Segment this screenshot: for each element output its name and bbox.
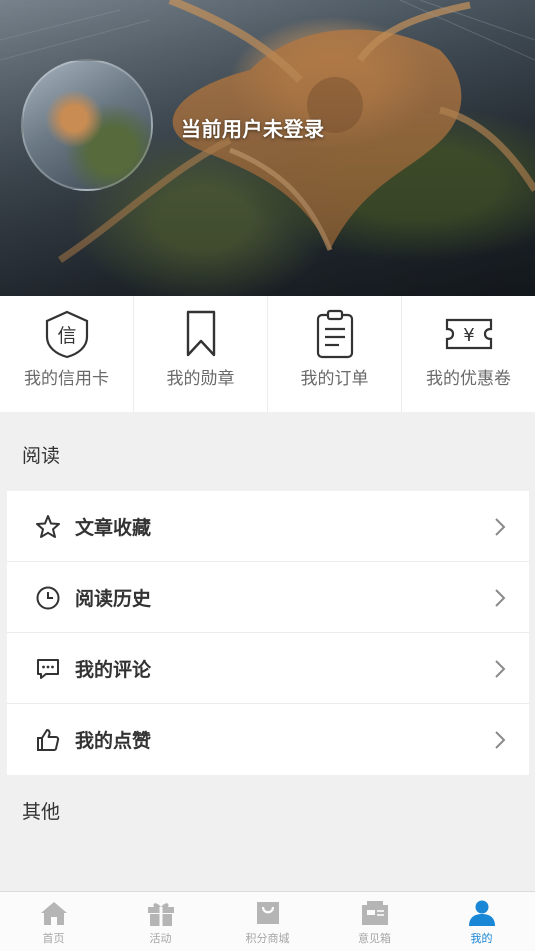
home-icon — [40, 902, 67, 925]
quick-action-credit-card[interactable]: 信 我的信用卡 — [0, 296, 134, 412]
quick-action-label: 我的优惠卷 — [426, 369, 511, 389]
quick-action-medals[interactable]: 我的勋章 — [134, 296, 268, 412]
chevron-right-icon — [495, 589, 506, 607]
bottom-tab-bar: 首页 活动 积分商城 意见箱 我的 — [0, 891, 535, 951]
tab-suggestion-box[interactable]: 意见箱 — [321, 892, 428, 951]
quick-action-label: 我的信用卡 — [24, 369, 109, 389]
section-title-reading: 阅读 — [22, 445, 61, 467]
quick-action-coupons[interactable]: ¥ 我的优惠卷 — [402, 296, 535, 412]
list-item-label: 我的评论 — [75, 659, 152, 681]
list-item-favorites[interactable]: 文章收藏 — [7, 491, 529, 562]
list-item-comments[interactable]: 我的评论 — [7, 633, 529, 704]
profile-header: 当前用户未登录 — [0, 0, 535, 296]
list-item-label: 阅读历史 — [75, 588, 152, 610]
gift-icon — [147, 903, 174, 926]
tab-label: 意见箱 — [358, 932, 391, 945]
quick-actions: 信 我的信用卡 我的勋章 我的订单 ¥ 我的优惠卷 — [0, 296, 535, 412]
list-item-label: 文章收藏 — [75, 517, 152, 539]
coupon-glyph: ¥ — [463, 325, 474, 346]
tab-label: 我的 — [470, 932, 493, 945]
clipboard-order-icon — [316, 309, 353, 359]
clock-icon — [36, 586, 60, 610]
credit-card-shield-icon: 信 — [45, 310, 88, 359]
list-item-history[interactable]: 阅读历史 — [7, 562, 529, 633]
person-icon — [468, 900, 495, 926]
section-title-other: 其他 — [22, 801, 61, 823]
tab-label: 积分商城 — [245, 932, 290, 945]
shopping-bag-icon — [256, 902, 279, 924]
quick-action-label: 我的勋章 — [166, 369, 235, 389]
mailbox-icon — [361, 901, 388, 925]
avatar[interactable] — [21, 59, 153, 191]
tab-points-mall[interactable]: 积分商城 — [214, 892, 321, 951]
list-item-likes[interactable]: 我的点赞 — [7, 704, 529, 775]
tab-label: 首页 — [42, 932, 65, 945]
chevron-right-icon — [495, 731, 506, 749]
tab-activities[interactable]: 活动 — [107, 892, 214, 951]
reading-list: 文章收藏 阅读历史 我的评论 我的点赞 — [7, 491, 529, 775]
credit-card-glyph: 信 — [57, 325, 76, 347]
tab-label: 活动 — [149, 932, 172, 945]
thumbs-up-icon — [37, 729, 60, 751]
tab-home[interactable]: 首页 — [0, 892, 107, 951]
chevron-right-icon — [495, 660, 506, 678]
quick-action-orders[interactable]: 我的订单 — [268, 296, 402, 412]
bookmark-medal-icon — [186, 310, 215, 357]
tab-mine[interactable]: 我的 — [428, 892, 535, 951]
login-status-text[interactable]: 当前用户未登录 — [181, 113, 325, 142]
star-icon — [36, 515, 60, 538]
comment-icon — [37, 659, 59, 679]
chevron-right-icon — [495, 518, 506, 536]
list-item-label: 我的点赞 — [75, 730, 152, 752]
coupon-ticket-icon: ¥ — [445, 318, 492, 350]
quick-action-label: 我的订单 — [300, 369, 369, 389]
